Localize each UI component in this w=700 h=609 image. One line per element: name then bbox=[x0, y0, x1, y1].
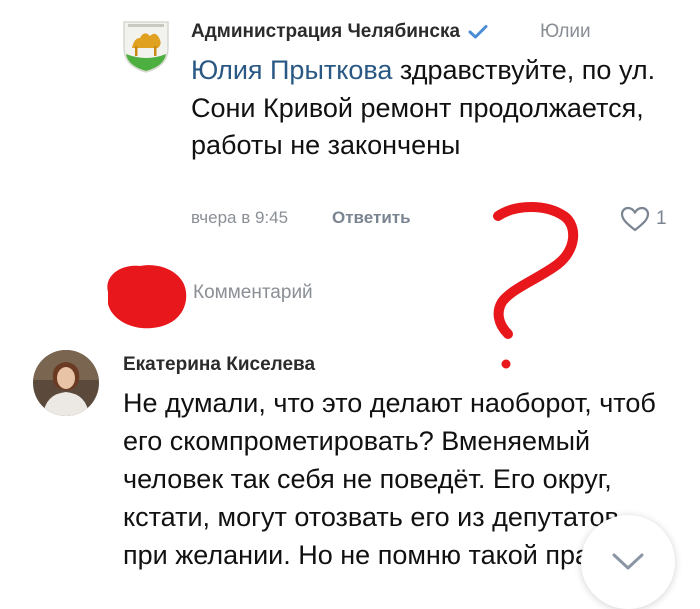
like-count: 1 bbox=[656, 208, 667, 229]
admin-author-name[interactable]: Администрация Челябинска bbox=[191, 21, 488, 43]
scroll-down-button[interactable] bbox=[581, 515, 675, 609]
admin-avatar[interactable] bbox=[118, 18, 174, 74]
mention-link[interactable]: Юлия Прыткова bbox=[191, 55, 392, 85]
user-avatar[interactable] bbox=[33, 350, 99, 416]
user-comment-text: Не думали, что это делают наоборот, чтоб… bbox=[123, 388, 657, 570]
reply-button[interactable]: Ответить bbox=[332, 208, 411, 228]
chevron-down-icon bbox=[612, 553, 644, 570]
verified-icon bbox=[468, 25, 488, 39]
comment-timestamp[interactable]: вчера в 9:45 bbox=[191, 208, 288, 228]
user-author-name[interactable]: Екатерина Киселева bbox=[123, 354, 315, 376]
heart-icon[interactable] bbox=[620, 206, 650, 232]
reply-to-label[interactable]: Юлии bbox=[540, 21, 591, 43]
red-blot bbox=[107, 265, 187, 329]
comment-input-placeholder[interactable]: Комментарий bbox=[193, 282, 313, 304]
red-question-mark bbox=[493, 202, 579, 369]
admin-comment-text: Юлия Прыткова здравствуйте, по ул. Сони … bbox=[191, 52, 661, 165]
admin-author-label[interactable]: Администрация Челябинска bbox=[191, 21, 460, 43]
